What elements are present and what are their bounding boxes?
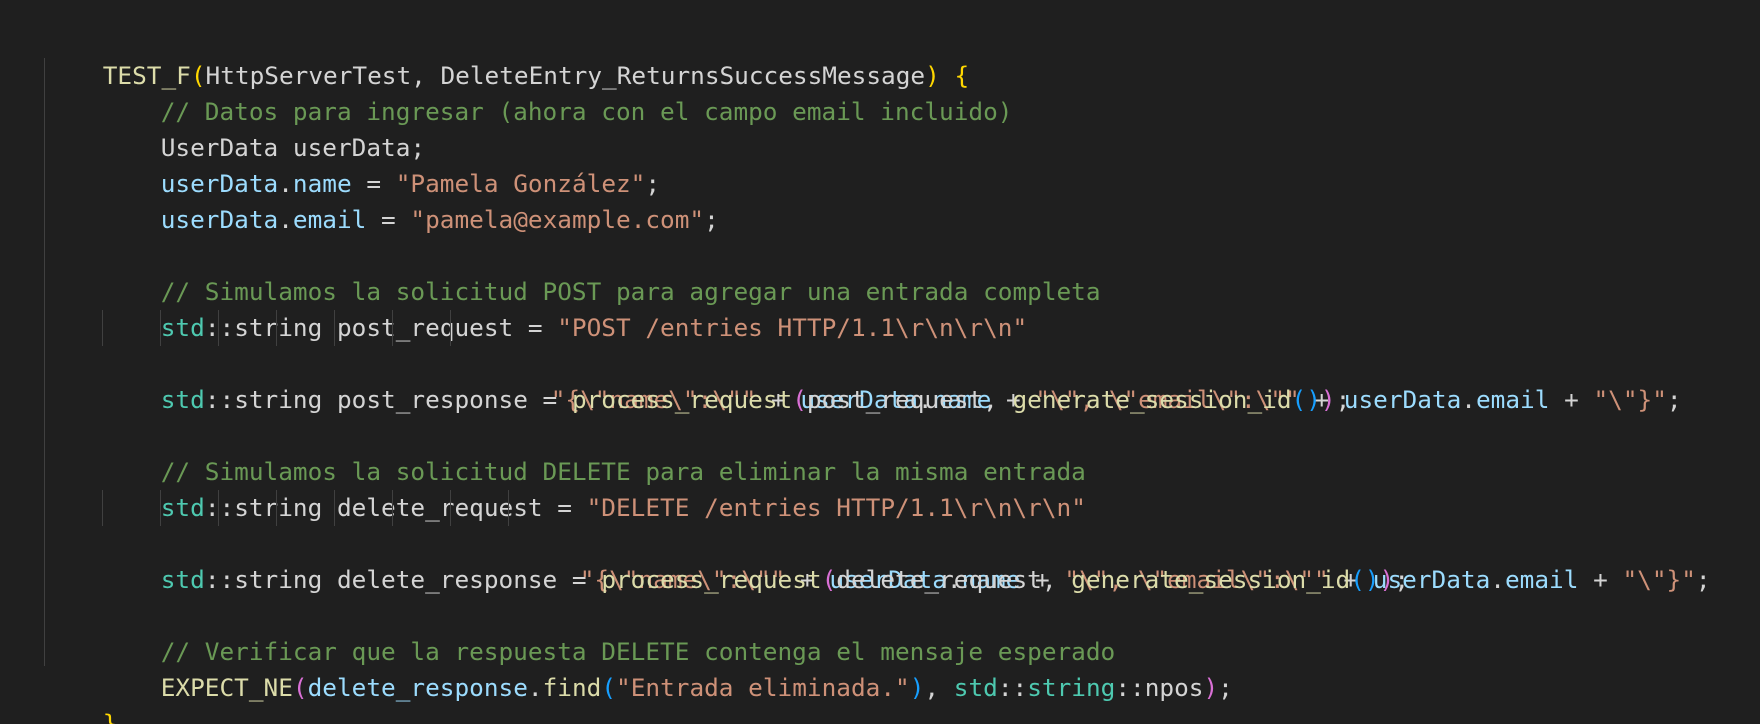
code-line-10: std::string post_response = process_requ… [160, 385, 1351, 414]
code-line-15: std::string delete_response = process_re… [160, 565, 1409, 594]
code-line-9: "{\"name\":\"" + userData.name + "\", \"… [44, 310, 1760, 414]
code-line-13: std::string delete_request = "DELETE /en… [160, 493, 1086, 522]
code-line-14: "{\"name\":\"" + userData.name + "\", \"… [44, 490, 1760, 594]
code-line-8: std::string post_request = "POST /entrie… [160, 313, 1028, 342]
code-line-1: TEST_F(HttpServerTest, DeleteEntry_Retur… [102, 61, 970, 90]
code-line-17: // Verificar que la respuesta DELETE con… [44, 598, 1760, 666]
code-line-3: UserData userData; [160, 133, 426, 162]
code-line-5: userData.email = "pamela@example.com"; [160, 205, 719, 234]
code-line-18: EXPECT_NE(delete_response.find("Entrada … [160, 673, 1233, 702]
code-editor[interactable]: TEST_F(HttpServerTest, DeleteEntry_Retur… [0, 0, 1760, 724]
code-line-19: } [44, 670, 1760, 724]
close-brace: } [102, 709, 118, 724]
code-line-7: // Simulamos la solicitud POST para agre… [44, 238, 1760, 306]
code-line-2: // Datos para ingresar (ahora con el cam… [44, 58, 1760, 126]
code-line-12: // Simulamos la solicitud DELETE para el… [44, 418, 1760, 486]
code-line-4: userData.name = "Pamela González"; [160, 169, 661, 198]
